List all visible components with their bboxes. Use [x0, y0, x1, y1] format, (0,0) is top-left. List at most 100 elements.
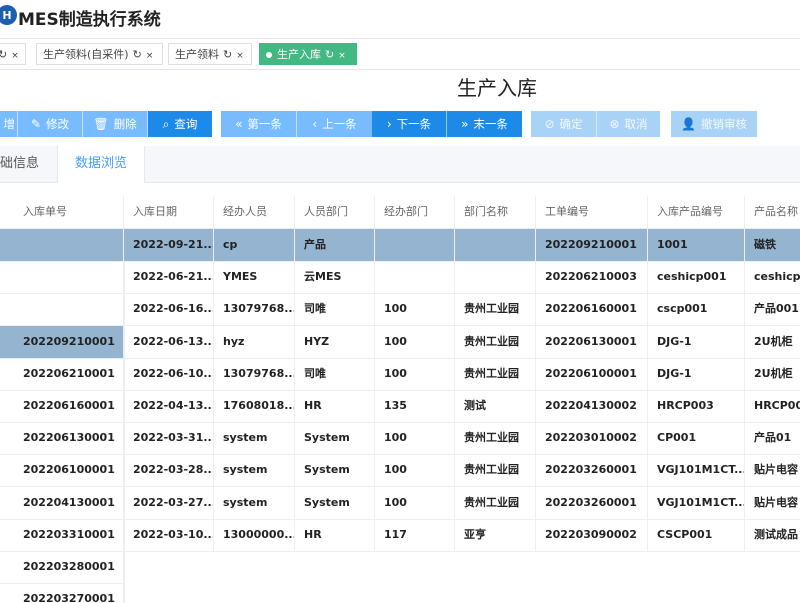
table-cell[interactable]: 13079768... [214, 293, 295, 327]
table-cell[interactable]: HYZ [295, 325, 375, 359]
table-cell[interactable]: 202203090002 [536, 518, 648, 552]
table-row[interactable]: 202209210001 [0, 325, 124, 359]
table-cell[interactable]: 测试成品 [745, 519, 800, 552]
table-cell[interactable]: 1001 [648, 229, 745, 262]
table-row[interactable]: 202206160001 [0, 390, 124, 423]
refresh-icon[interactable]: ↻ [0, 48, 7, 61]
table-cell[interactable]: 202203260001 [536, 486, 648, 520]
table-cell[interactable]: 2U机柜 [745, 326, 800, 359]
table-cell[interactable]: VGJ101M1CT... [648, 454, 745, 488]
table-cell[interactable]: system [214, 454, 295, 488]
first-record-button[interactable]: « 第一条 [221, 111, 297, 137]
table-cell[interactable]: 202203010002 [536, 422, 648, 456]
table-cell[interactable]: 云MES [295, 261, 375, 295]
tab-material-requisition[interactable]: 生产领料 ↻ × [168, 43, 252, 65]
refresh-icon[interactable]: ↻ [325, 48, 334, 61]
table-cell[interactable]: cscp001 [648, 293, 745, 327]
table-cell[interactable]: 202206100001 [536, 357, 648, 391]
table-cell[interactable]: ceshicp001 [648, 261, 745, 295]
next-record-button[interactable]: › 下一条 [372, 111, 447, 137]
table-cell[interactable]: 202206130001 [536, 325, 648, 359]
table-cell[interactable]: 2022-06-10... [124, 357, 214, 391]
column-header[interactable]: 入库产品编号 [648, 196, 745, 229]
table-cell[interactable]: 贵州工业园 [455, 325, 536, 359]
table-cell[interactable]: DJG-1 [648, 357, 745, 391]
table-cell[interactable]: System [295, 422, 375, 456]
column-header[interactable]: 人员部门 [295, 196, 375, 229]
table-cell[interactable]: 测试 [455, 390, 536, 423]
prev-record-button[interactable]: ‹ 上一条 [297, 111, 372, 137]
table-cell[interactable]: 202204130002 [536, 390, 648, 423]
table-cell[interactable]: 贴片电容 [745, 454, 800, 488]
table-cell[interactable]: 202206160001 [536, 293, 648, 327]
table-cell[interactable]: 202206210003 [536, 261, 648, 295]
last-record-button[interactable]: » 末一条 [447, 111, 522, 137]
tab-basic-info[interactable]: 础信息 [0, 146, 57, 182]
revoke-audit-button[interactable]: 👤 撤销审核 [671, 111, 757, 137]
confirm-button[interactable]: ⊘ 确定 [531, 111, 597, 137]
table-cell[interactable]: 贵州工业园 [455, 454, 536, 488]
close-icon[interactable]: × [236, 51, 244, 61]
refresh-icon[interactable]: ↻ [133, 48, 142, 61]
close-icon[interactable]: × [146, 51, 154, 61]
table-cell[interactable]: 13079768... [214, 357, 295, 391]
table-cell[interactable]: 135 [375, 390, 455, 423]
table-row[interactable]: 202203270001 [0, 583, 124, 603]
table-cell[interactable]: HRCP003 [648, 390, 745, 423]
table-cell[interactable]: HRCP003 [745, 390, 800, 423]
table-cell[interactable]: 100 [375, 454, 455, 488]
query-button[interactable]: ⌕ 查询 [148, 111, 212, 137]
tab-data-browse[interactable]: 数据浏览 [57, 146, 145, 183]
table-cell[interactable] [375, 229, 455, 262]
edit-button[interactable]: ✎ 修改 [18, 111, 83, 137]
table-cell[interactable]: 2022-04-13... [124, 390, 214, 423]
table-cell[interactable]: 磁铁 [745, 229, 800, 262]
table-cell[interactable] [455, 261, 536, 295]
table-cell[interactable]: 贴片电容 [745, 487, 800, 520]
table-cell[interactable]: 100 [375, 486, 455, 520]
add-button[interactable]: 增 [0, 111, 18, 137]
table-cell[interactable]: 贵州工业园 [455, 422, 536, 456]
table-cell[interactable]: 亚亨 [455, 518, 536, 552]
table-cell[interactable]: HR [295, 390, 375, 423]
table-row[interactable]: 202206210001 [0, 357, 124, 391]
table-cell[interactable]: 13000000... [214, 518, 295, 552]
cancel-button[interactable]: ⊗ 取消 [597, 111, 660, 137]
table-row[interactable] [0, 261, 124, 295]
column-header[interactable]: 部门名称 [455, 196, 536, 229]
column-header[interactable]: 经办部门 [375, 196, 455, 229]
table-cell[interactable]: 2U机柜 [745, 358, 800, 391]
table-cell[interactable]: HR [295, 518, 375, 552]
table-row[interactable]: 202203310001 [0, 518, 124, 552]
table-cell[interactable]: 2022-09-21... [124, 229, 214, 262]
table-cell[interactable]: hyz [214, 325, 295, 359]
table-row[interactable] [0, 229, 124, 262]
column-header[interactable]: 入库日期 [124, 196, 214, 229]
table-cell[interactable]: ceshicp0 [745, 261, 800, 295]
table-cell[interactable]: cp [214, 229, 295, 262]
table-cell[interactable]: 2022-06-21... [124, 261, 214, 295]
table-cell[interactable]: 100 [375, 325, 455, 359]
column-header[interactable]: 产品名称 [745, 196, 800, 229]
column-header-inbound-no[interactable]: 入库单号 [0, 196, 124, 229]
tab-previous[interactable]: ↻ × [0, 43, 26, 65]
table-cell[interactable]: 2022-06-13... [124, 325, 214, 359]
table-cell[interactable]: DJG-1 [648, 325, 745, 359]
table-cell[interactable]: 贵州工业园 [455, 486, 536, 520]
table-cell[interactable]: 100 [375, 293, 455, 327]
tab-material-requisition-self[interactable]: 生产领料(自采件) ↻ × [36, 43, 163, 65]
table-cell[interactable]: System [295, 454, 375, 488]
table-cell[interactable]: 2022-03-28... [124, 454, 214, 488]
table-row[interactable] [0, 293, 124, 327]
table-cell[interactable]: 2022-06-16... [124, 293, 214, 327]
table-cell[interactable]: 司唯 [295, 293, 375, 327]
table-cell[interactable]: YMES [214, 261, 295, 295]
table-cell[interactable]: 2022-03-27... [124, 486, 214, 520]
table-cell[interactable]: 100 [375, 422, 455, 456]
close-icon[interactable]: × [11, 51, 19, 61]
table-cell[interactable] [455, 229, 536, 262]
table-cell[interactable]: 2022-03-31... [124, 422, 214, 456]
table-cell[interactable]: CSCP001 [648, 518, 745, 552]
delete-button[interactable]: 🗑 删除 [83, 111, 148, 137]
table-row[interactable]: 202206130001 [0, 422, 124, 456]
